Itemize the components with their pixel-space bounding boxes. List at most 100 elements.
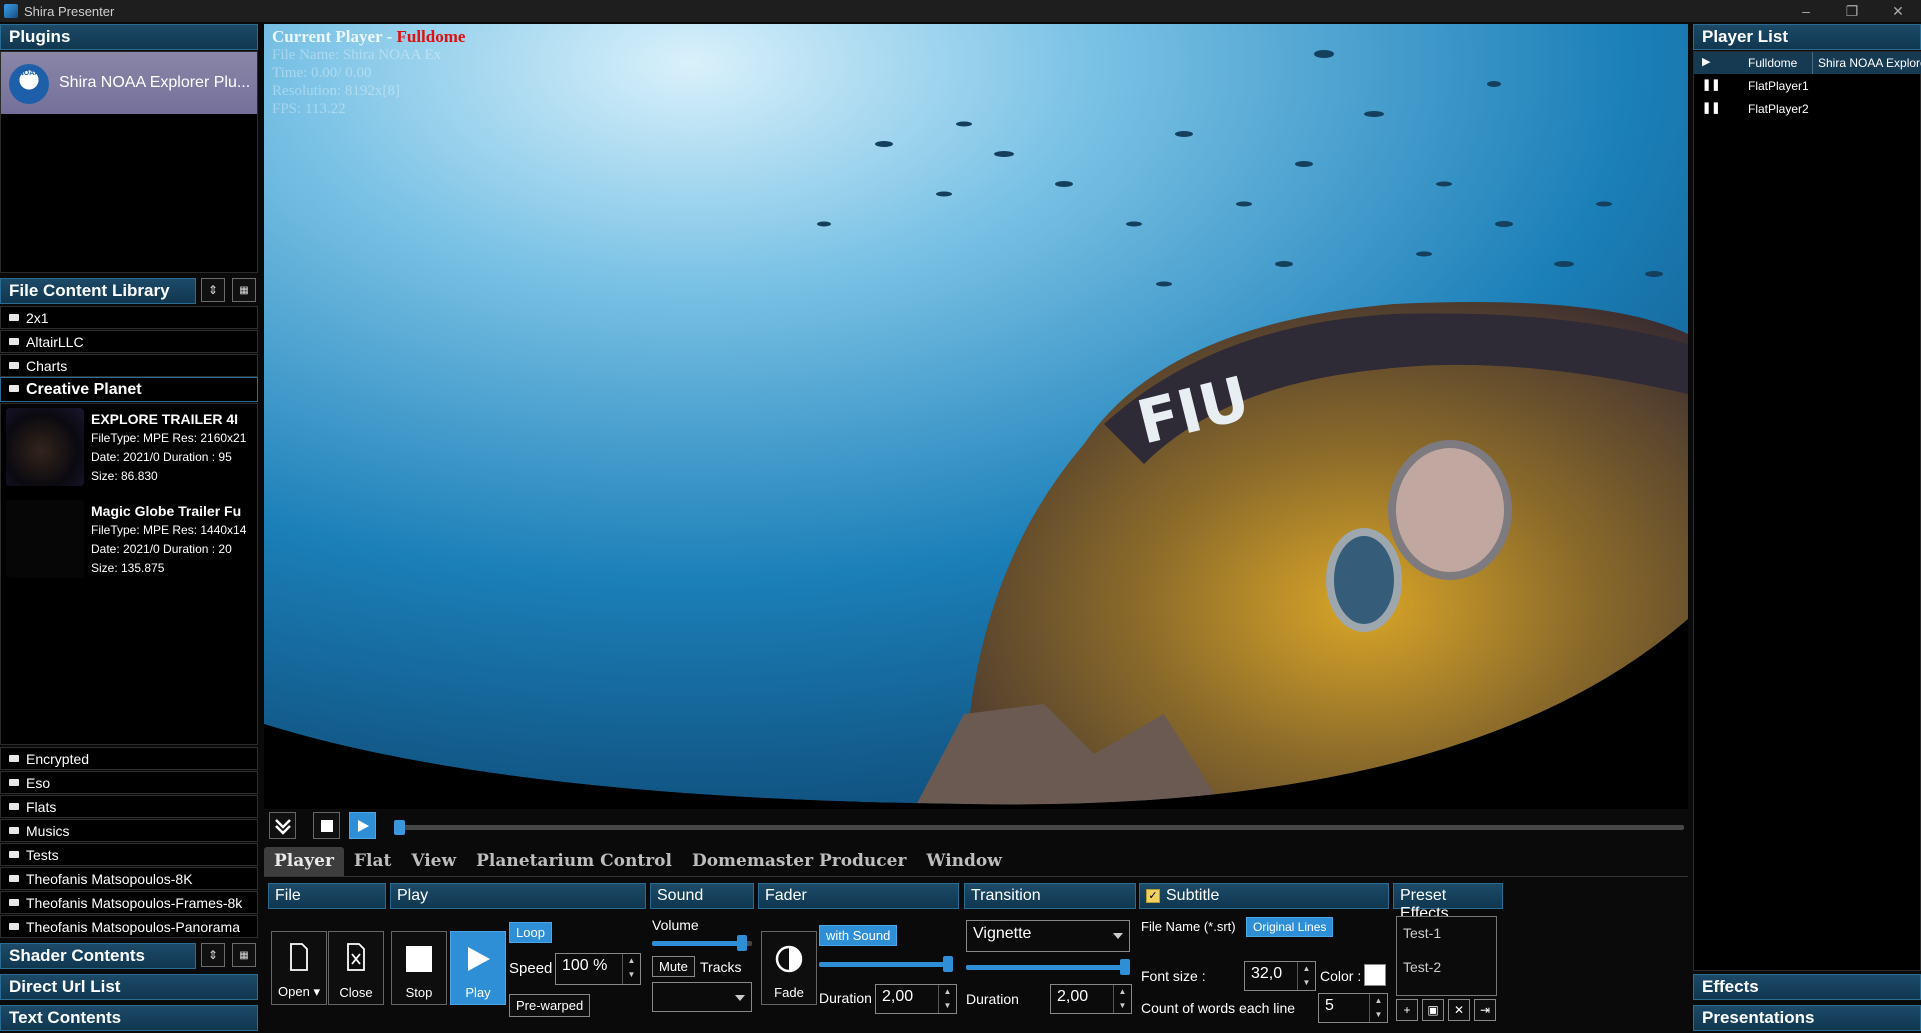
transition-knob[interactable] [1120, 959, 1130, 975]
library-header[interactable]: File Content Library [0, 278, 196, 304]
file-list: EXPLORE TRAILER 4I FileType: MPE Res: 21… [0, 403, 258, 745]
fader-knob[interactable] [943, 956, 953, 972]
original-lines-toggle[interactable]: Original Lines [1246, 917, 1334, 937]
folder-eso[interactable]: Eso [0, 771, 258, 794]
close-file-button[interactable]: Close [328, 931, 384, 1005]
folder-altairllc[interactable]: AltairLLC [0, 330, 258, 353]
fader-duration-label: Duration [819, 990, 872, 1006]
fade-button[interactable]: Fade [761, 931, 817, 1005]
plugins-header[interactable]: Plugins [0, 24, 258, 50]
file-meta: Date: 2021/0 Duration : 20 [91, 542, 232, 556]
add-preset-icon[interactable]: + [1396, 999, 1418, 1021]
loop-toggle[interactable]: Loop [509, 922, 552, 943]
file-card-explore[interactable]: EXPLORE TRAILER 4I FileType: MPE Res: 21… [1, 404, 257, 494]
plugin-item-noaa[interactable]: NOAA Shira NOAA Explorer Plu... [1, 52, 257, 114]
spinner-arrows-icon[interactable]: ▲ ▼ [938, 985, 956, 1013]
player-viewport[interactable]: FIU Current Player - Fulldome File Name:… [264, 24, 1688, 809]
file-thumbnail [6, 408, 84, 486]
transition-slider[interactable] [966, 959, 1130, 975]
player-row-flatplayer2[interactable]: ❚❚ FlatPlayer2 [1694, 98, 1921, 120]
preset-item[interactable]: Test-2 [1403, 959, 1441, 975]
file-card-magic-globe[interactable]: Magic Globe Trailer Fu FileType: MPE Res… [1, 496, 257, 586]
font-size-input[interactable]: 32,0 ▲ ▼ [1244, 961, 1316, 991]
info-fps: FPS: 113.22 [272, 101, 346, 117]
player-row-fulldome[interactable]: ▶ Fulldome Shira NOAA Explorer [1694, 52, 1921, 74]
sort-updown-icon[interactable]: ⇕ [201, 943, 225, 967]
noaa-logo-text: NOAA [18, 70, 40, 77]
effects-header[interactable]: Effects [1693, 974, 1921, 1000]
folder-flats[interactable]: Flats [0, 795, 258, 818]
transition-duration-input[interactable]: 2,00 ▲ ▼ [1050, 984, 1132, 1014]
player-row-flatplayer1[interactable]: ❚❚ FlatPlayer1 [1694, 75, 1921, 97]
mute-button[interactable]: Mute [652, 956, 695, 977]
folder-theofanis-frames[interactable]: Theofanis Matsopoulos-Frames-8k [0, 891, 258, 914]
seek-knob[interactable] [394, 820, 405, 835]
folder-charts[interactable]: Charts [0, 354, 258, 377]
prewarped-button[interactable]: Pre-warped [509, 994, 591, 1017]
spinner-arrows-icon[interactable]: ▲ ▼ [622, 954, 640, 984]
spinner-arrows-icon[interactable]: ▲ ▼ [1113, 985, 1131, 1013]
fader-duration-input[interactable]: 2,00 ▲ ▼ [875, 984, 957, 1014]
open-button[interactable]: Open ▾ [271, 931, 327, 1005]
folder-icon [9, 875, 19, 882]
folder-theofanis-panorama[interactable]: Theofanis Matsopoulos-Panorama [0, 915, 258, 938]
preset-item[interactable]: Test-1 [1403, 925, 1441, 941]
spinner-arrows-icon[interactable]: ▲ ▼ [1297, 962, 1315, 990]
fader-slider[interactable] [819, 956, 953, 972]
folder-musics[interactable]: Musics [0, 819, 258, 842]
tab-flat[interactable]: Flat [344, 847, 401, 876]
folder-2x1[interactable]: 2x1 [0, 306, 258, 329]
tab-domemaster-producer[interactable]: Domemaster Producer [682, 847, 916, 876]
spinner-arrows-icon[interactable]: ▲ ▼ [1369, 994, 1387, 1022]
folder-label: Charts [26, 358, 68, 374]
text-contents-header[interactable]: Text Contents [0, 1005, 258, 1031]
fader-section-header: Fader [758, 883, 959, 909]
close-label: Close [339, 985, 373, 1000]
info-resolution: Resolution: 8192x[8] [272, 83, 400, 99]
subtitle-checkbox[interactable]: ✓ [1146, 889, 1160, 903]
volume-knob[interactable] [737, 935, 747, 951]
seek-slider[interactable] [394, 820, 1684, 835]
player-list-header[interactable]: Player List [1693, 24, 1921, 50]
tracks-select[interactable] [652, 982, 752, 1012]
folder-creative-planet[interactable]: Creative Planet [0, 377, 258, 402]
play-button[interactable]: Play [450, 931, 506, 1005]
tab-window[interactable]: Window [916, 847, 1011, 876]
collapse-down-icon[interactable] [269, 812, 296, 839]
volume-label: Volume [652, 917, 699, 933]
file-title: Magic Globe Trailer Fu [91, 503, 242, 519]
close-window-icon[interactable]: ✕ [1875, 3, 1921, 20]
play-icon[interactable] [349, 812, 376, 839]
transition-fill [966, 965, 1130, 970]
folder-theofanis-8k[interactable]: Theofanis Matsopoulos-8K [0, 867, 258, 890]
play-icon [468, 947, 490, 971]
tab-player[interactable]: Player [264, 847, 344, 876]
grid-view-icon[interactable]: ▦ [232, 278, 256, 302]
save-preset-icon[interactable]: ▣ [1422, 999, 1444, 1021]
delete-preset-icon[interactable]: ✕ [1448, 999, 1470, 1021]
file-card-text: EXPLORE TRAILER 4I FileType: MPE Res: 21… [91, 410, 251, 486]
speed-input[interactable]: 100 % ▲ ▼ [555, 953, 641, 985]
tab-planetarium-control[interactable]: Planetarium Control [466, 847, 682, 876]
grid-view-icon[interactable]: ▦ [232, 943, 256, 967]
folder-encrypted[interactable]: Encrypted [0, 747, 258, 770]
subtitle-color-swatch[interactable] [1364, 964, 1386, 986]
with-sound-toggle[interactable]: with Sound [819, 925, 898, 946]
stop-icon[interactable] [313, 812, 340, 839]
subtitle-section-header[interactable]: ✓ Subtitle [1139, 883, 1389, 909]
export-preset-icon[interactable]: ⇥ [1474, 999, 1496, 1021]
shader-contents-header[interactable]: Shader Contents [0, 943, 196, 969]
presentations-header[interactable]: Presentations [1693, 1005, 1921, 1031]
volume-slider[interactable] [652, 935, 752, 951]
transition-effect-value: Vignette [973, 925, 1032, 942]
minimize-icon[interactable]: – [1783, 3, 1829, 20]
folder-tests[interactable]: Tests [0, 843, 258, 866]
stop-button[interactable]: Stop [391, 931, 447, 1005]
restore-icon[interactable]: ❐ [1829, 3, 1875, 20]
folder-icon [9, 338, 19, 345]
transition-effect-select[interactable]: Vignette [966, 920, 1130, 952]
direct-url-list-header[interactable]: Direct Url List [0, 974, 258, 1000]
tab-view[interactable]: View [401, 847, 466, 876]
words-per-line-input[interactable]: 5 ▲ ▼ [1318, 993, 1388, 1023]
sort-updown-icon[interactable]: ⇕ [201, 278, 225, 302]
